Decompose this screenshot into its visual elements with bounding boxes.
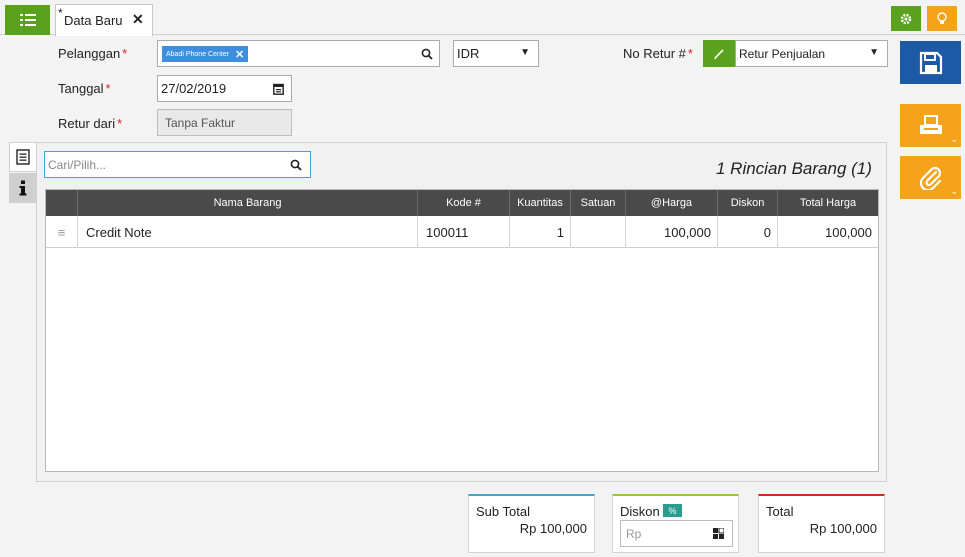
gear-icon [900, 13, 912, 24]
table-header: Nama Barang Kode # Kuantitas Satuan @Har… [46, 190, 878, 216]
tab-data-baru[interactable]: * Data Baru ✕ [55, 4, 153, 36]
document-icon [16, 149, 30, 165]
tab-info[interactable] [9, 173, 36, 203]
close-icon[interactable]: ✕ [132, 11, 144, 28]
return-from-field[interactable]: Tanpa Faktur [157, 109, 292, 136]
discount-label: Diskon [620, 504, 660, 519]
column-header[interactable]: Nama Barang [78, 190, 418, 216]
print-button[interactable]: ⌄ [900, 104, 961, 147]
top-bar: * Data Baru ✕ [0, 0, 965, 36]
item-unit-cell [571, 216, 626, 248]
item-code-cell: 100011 [418, 216, 510, 248]
pencil-icon [714, 48, 724, 59]
item-discount-cell: 0 [718, 216, 778, 248]
calendar-icon[interactable] [273, 83, 284, 95]
menu-button[interactable] [5, 5, 50, 35]
search-icon[interactable] [421, 48, 433, 60]
floppy-disk-icon [919, 51, 942, 74]
remove-tag-icon[interactable]: ✕ [235, 48, 244, 61]
attachment-button[interactable]: ⌄ [900, 156, 961, 199]
modified-marker: * [58, 6, 63, 20]
return-type-select[interactable]: Retur Penjualan ▼ [735, 40, 888, 67]
chevron-down-icon: ⌄ [950, 134, 958, 144]
item-count-label: 1 Rincian Barang (1) [716, 159, 872, 178]
customer-label: Pelanggan * [58, 46, 128, 61]
items-table: Nama Barang Kode # Kuantitas Satuan @Har… [45, 189, 879, 472]
column-header[interactable]: Diskon [718, 190, 778, 216]
column-header[interactable]: Kode # [418, 190, 510, 216]
item-search-input[interactable]: Cari/Pilih... [44, 151, 311, 178]
customer-tag[interactable]: Abadi Phone Center ✕ [162, 46, 249, 62]
subtotal-value: Rp 100,000 [519, 521, 587, 536]
paperclip-icon [919, 166, 941, 190]
date-field[interactable]: 27/02/2019 [157, 75, 292, 102]
item-qty-cell: 1 [510, 216, 571, 248]
chevron-down-icon: ▼ [869, 47, 879, 58]
total-label: Total [766, 504, 794, 519]
calculator-icon[interactable] [713, 528, 724, 539]
return-number-label: No Retur # * [623, 46, 693, 61]
column-header[interactable]: Total Harga [778, 190, 878, 216]
date-label: Tanggal * [58, 81, 111, 96]
subtotal-card: Sub Total Rp 100,000 [468, 494, 595, 553]
table-row[interactable]: ≡ Credit Note 100011 1 100,000 0 100,000 [46, 216, 878, 248]
column-handle [46, 190, 78, 216]
item-total-cell: 100,000 [825, 224, 872, 240]
tab-detail[interactable] [9, 142, 36, 172]
column-header[interactable]: @Harga [626, 190, 718, 216]
tab-label: Data Baru [64, 13, 123, 28]
edit-number-button[interactable] [703, 40, 735, 67]
item-name-cell: Credit Note [78, 216, 418, 248]
save-button[interactable] [900, 41, 961, 84]
lightbulb-icon [937, 11, 947, 24]
drag-handle-icon[interactable]: ≡ [46, 216, 78, 248]
subtotal-label: Sub Total [476, 504, 530, 519]
total-card: Total Rp 100,000 [758, 494, 885, 553]
discount-percent-toggle[interactable]: % [663, 504, 682, 517]
customer-input[interactable]: Abadi Phone Center ✕ [157, 40, 440, 67]
item-price-cell: 100,000 [626, 216, 718, 248]
settings-button[interactable] [891, 6, 921, 31]
column-header[interactable]: Satuan [571, 190, 626, 216]
list-icon [19, 14, 36, 26]
discount-card: Diskon % Rp [612, 494, 739, 553]
return-from-label: Retur dari * [58, 116, 123, 131]
chevron-down-icon: ⌄ [950, 186, 958, 196]
chevron-down-icon: ▼ [520, 47, 530, 58]
total-value: Rp 100,000 [809, 521, 877, 536]
currency-select[interactable]: IDR ▼ [453, 40, 539, 67]
discount-input[interactable]: Rp [620, 520, 733, 547]
tips-button[interactable] [927, 6, 957, 31]
search-icon[interactable] [290, 159, 302, 171]
printer-icon [919, 114, 942, 134]
column-header[interactable]: Kuantitas [510, 190, 571, 216]
info-icon [19, 180, 26, 196]
